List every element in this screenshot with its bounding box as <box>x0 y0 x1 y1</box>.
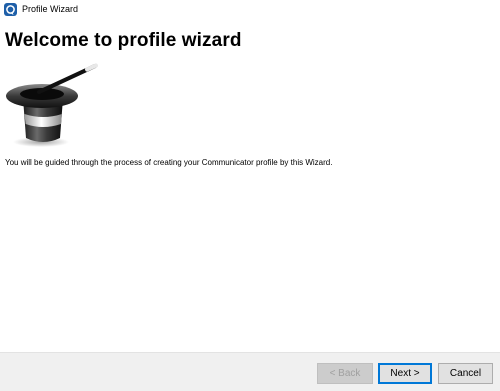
cancel-button[interactable]: Cancel <box>438 363 493 384</box>
magic-hat-icon <box>6 63 98 147</box>
page-title: Welcome to profile wizard <box>5 30 242 51</box>
next-button[interactable]: Next > <box>378 363 432 384</box>
app-icon <box>4 3 17 16</box>
title-bar: Profile Wizard <box>0 0 500 22</box>
back-button[interactable]: < Back <box>317 363 373 384</box>
wizard-description: You will be guided through the process o… <box>5 158 333 167</box>
window-title: Profile Wizard <box>22 4 79 14</box>
